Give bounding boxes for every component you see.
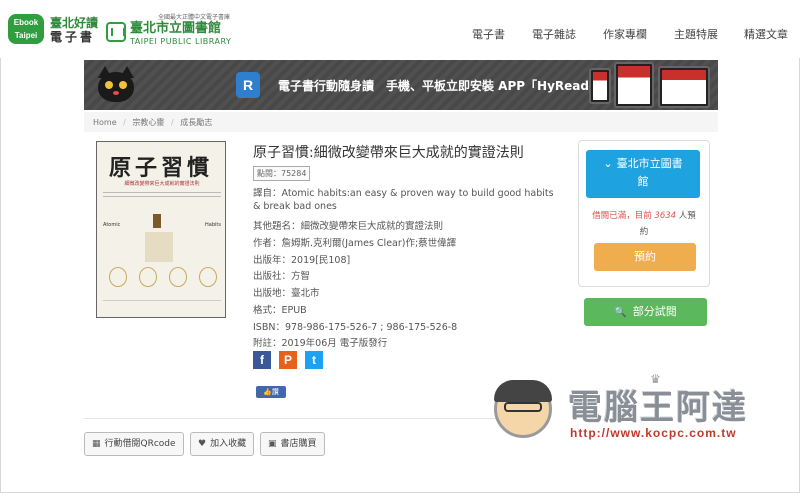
- ebook-logo-line2: Taipei: [14, 31, 38, 40]
- breadcrumb-separator: /: [123, 118, 126, 127]
- breadcrumb-religion[interactable]: 宗教心靈: [132, 118, 164, 127]
- nav-item-featured-articles[interactable]: 精選文章: [744, 26, 788, 42]
- preview-button[interactable]: 🔍 部分試閱: [584, 298, 707, 326]
- click-count-badge: 點閱：75284: [253, 166, 311, 181]
- twitter-share-icon[interactable]: t: [305, 351, 323, 369]
- nav-item-emagazines[interactable]: 電子雜誌: [532, 26, 576, 42]
- cover-figure-image: [153, 214, 161, 228]
- heart-icon: ♥: [198, 439, 207, 449]
- kocpc-watermark: ♛ 電腦王阿達 http://www.kocpc.com.tw: [486, 372, 766, 452]
- phone-device-image: [589, 68, 611, 104]
- hyread-logo-icon: R: [236, 72, 260, 98]
- cover-block-image: [145, 232, 173, 262]
- facebook-share-icon[interactable]: f: [253, 351, 271, 369]
- site-header: Ebook Taipei 臺北好讀 電子書 全國最大正體中文電子書庫 臺北市立圖…: [0, 0, 800, 58]
- ebook-taipei-logo[interactable]: Ebook Taipei: [8, 14, 44, 44]
- nav-item-ebooks[interactable]: 電子書: [472, 26, 505, 42]
- cover-side-left: Atomic: [103, 222, 121, 228]
- author: 作者：詹姆斯.克利爾(James Clear)作;蔡世偉譯: [253, 238, 457, 249]
- book-cover: 原子習慣 細微改變帶來巨大成就的實證法則 Atomic Habits: [96, 141, 226, 318]
- ebook-title-line1[interactable]: 臺北好讀: [50, 17, 98, 30]
- store-purchase-button[interactable]: ▣ 書店購買: [260, 432, 325, 456]
- tablet-device-image: [614, 62, 654, 108]
- format: 格式：EPUB: [253, 305, 307, 316]
- library-name[interactable]: 臺北市立圖書館: [130, 22, 221, 36]
- isbn: ISBN：978-986-175-526-7 ; 986-175-526-8: [253, 322, 458, 333]
- like-label: 讚: [271, 388, 279, 396]
- tpl-tagline: 全國最大正體中文電子書庫: [158, 14, 231, 21]
- chevron-down-icon: ⌄: [603, 157, 613, 170]
- library-button-label-line2: 館: [637, 175, 649, 188]
- store-label: 書店購買: [280, 439, 317, 449]
- plurk-share-icon[interactable]: P: [279, 351, 297, 369]
- breadcrumb-home[interactable]: Home: [93, 118, 117, 127]
- qrcode-icon: ▦: [92, 439, 101, 449]
- cover-side-right: Habits: [205, 222, 221, 228]
- ebook-title-line2[interactable]: 電子書: [50, 31, 95, 44]
- reserve-button[interactable]: 預約: [594, 243, 696, 271]
- cover-footer: [103, 300, 221, 306]
- status-suffix: 人預: [678, 211, 696, 221]
- facebook-like-button[interactable]: 👍讚: [256, 386, 286, 398]
- cover-subtitle: 細微改變帶來巨大成就的實證法則: [124, 181, 200, 187]
- translated-from-line2: & break bad ones: [253, 201, 337, 212]
- publish-place: 出版地：臺北市: [253, 288, 320, 299]
- nav-item-theme-exhibit[interactable]: 主題特展: [674, 26, 718, 42]
- qrcode-borrow-button[interactable]: ▦ 行動借閱QRcode: [84, 432, 184, 456]
- breadcrumb-growth[interactable]: 成長勵志: [180, 118, 212, 127]
- library-name-en: TAIPEI PUBLIC LIBRARY: [130, 37, 232, 46]
- hyread-app-banner[interactable]: R 電子書行動隨身讀 手機、平板立即安裝 APP「HyRead」: [84, 60, 718, 110]
- breadcrumb: Home / 宗教心靈 / 成長勵志: [84, 112, 718, 132]
- library-select-button[interactable]: ⌄ 臺北市立圖書 館: [586, 150, 700, 198]
- publisher: 出版社：方智: [253, 271, 311, 282]
- reservation-count: 3634: [654, 211, 677, 221]
- library-button-label-line1: 臺北市立圖書: [616, 157, 683, 170]
- library-book-icon: [106, 22, 126, 42]
- cover-award-medals: [105, 267, 219, 289]
- status-prefix: 借閱已滿，目前: [592, 211, 652, 221]
- translated-from-line1: 譯自：Atomic habits:an easy & proven way to…: [253, 188, 554, 199]
- tablet-device-image-2: [658, 66, 710, 108]
- status-line2: 約: [639, 227, 649, 237]
- breadcrumb-separator: /: [170, 118, 174, 127]
- glasses-icon: [504, 402, 542, 412]
- borrow-status: 借閱已滿，目前 3634 人預 約: [582, 208, 706, 240]
- cover-title: 原子習慣: [108, 155, 213, 181]
- qrcode-label: 行動借閱QRcode: [104, 439, 176, 449]
- note: 附註：2019年06月 電子版發行: [253, 338, 388, 349]
- publish-year: 出版年：2019[民108]: [253, 255, 351, 266]
- favorite-label: 加入收藏: [210, 439, 247, 449]
- nav-item-author-column[interactable]: 作家專欄: [603, 26, 647, 42]
- preview-search-icon: 🔍: [614, 307, 627, 318]
- cat-mascot-icon: [94, 64, 138, 106]
- other-title: 其他題名：細微改變帶來巨大成就的實證法則: [253, 221, 444, 232]
- banner-text: 電子書行動隨身讀 手機、平板立即安裝 APP「HyRead」: [278, 79, 601, 93]
- watermark-url: http://www.kocpc.com.tw: [570, 426, 737, 440]
- add-favorite-button[interactable]: ♥ 加入收藏: [190, 432, 255, 456]
- watermark-title: 電腦王阿達: [568, 388, 748, 428]
- preview-label: 部分試閱: [632, 305, 677, 318]
- ebook-logo-line1: Ebook: [13, 18, 39, 27]
- divider: [84, 418, 524, 419]
- book-title: 原子習慣:細微改變帶來巨大成就的實證法則: [253, 145, 524, 161]
- briefcase-icon: ▣: [268, 439, 277, 449]
